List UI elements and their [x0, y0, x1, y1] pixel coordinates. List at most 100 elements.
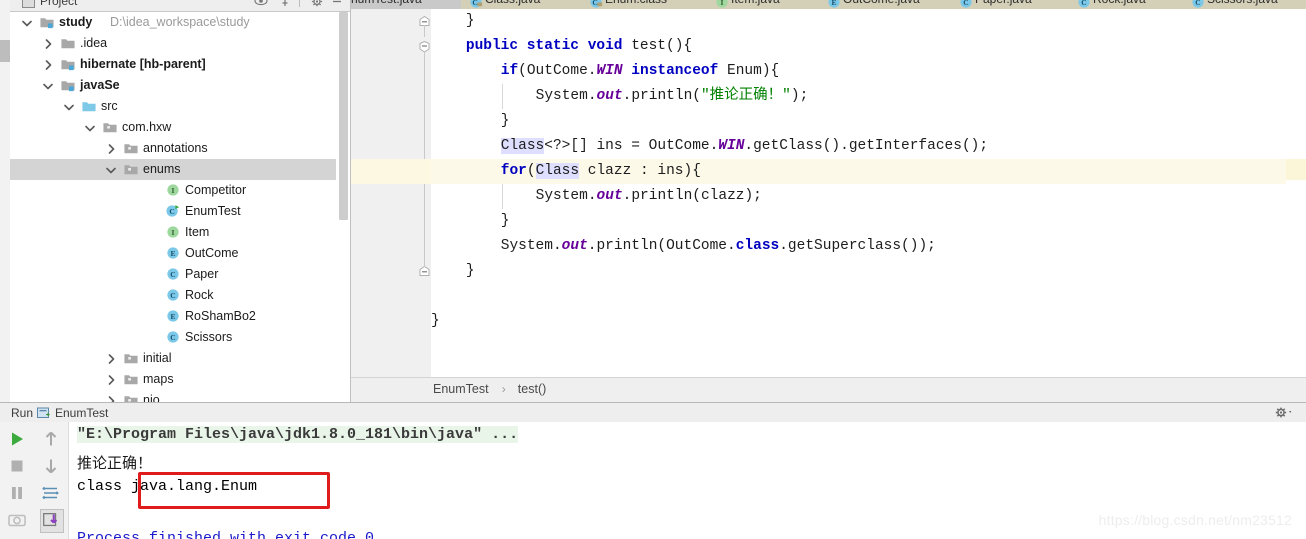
tree-item-com-hxw[interactable]: com.hxw — [10, 117, 336, 138]
tree-item-annotations[interactable]: annotations — [10, 138, 336, 159]
editor-tab-item-java[interactable]: I Item.java × — [707, 0, 820, 9]
tree-item-enums[interactable]: enums — [10, 159, 336, 180]
code-line[interactable]: } — [501, 109, 510, 134]
pin-icon[interactable] — [278, 0, 292, 8]
run-icon[interactable] — [6, 428, 28, 450]
minimize-icon[interactable] — [330, 0, 344, 8]
chevron-right-icon[interactable] — [106, 390, 117, 402]
tree-item-maps[interactable]: maps — [10, 369, 336, 390]
tree-item-item[interactable]: I Item — [10, 222, 336, 243]
tree-item-src[interactable]: src — [10, 96, 336, 117]
tree-item-scissors[interactable]: C Scissors — [10, 327, 336, 348]
run-toolbar-left[interactable] — [0, 422, 35, 539]
tree-item-paper[interactable]: C Paper — [10, 264, 336, 285]
settings-gear-icon[interactable] — [1274, 406, 1294, 419]
code-line[interactable]: for(Class clazz : ins){ — [501, 159, 701, 184]
code-line[interactable]: System.out.println("推论正确！"); — [536, 84, 809, 109]
close-icon[interactable]: × — [691, 0, 697, 4]
project-tree[interactable]: study D:\idea_workspace\study .idea hiberna… — [10, 12, 336, 402]
code-line[interactable]: Class<?>[] ins = OutCome.WIN.getClass().… — [500, 134, 988, 159]
chevron-right-icon[interactable] — [106, 348, 117, 369]
code-line[interactable]: System.out.println(clazz); — [536, 184, 762, 209]
chevron-down-icon[interactable] — [43, 75, 54, 96]
project-tree-scrollbar[interactable] — [337, 12, 350, 402]
eye-icon[interactable] — [254, 0, 268, 8]
tree-item-initial[interactable]: initial — [10, 348, 336, 369]
code-line[interactable]: } — [501, 209, 510, 234]
package-icon — [123, 351, 139, 366]
breadcrumb-item[interactable]: EnumTest — [433, 382, 489, 396]
tree-item-study[interactable]: study D:\idea_workspace\study — [10, 12, 336, 33]
scrollbar-thumb[interactable] — [339, 12, 348, 220]
stop-icon[interactable] — [6, 455, 28, 477]
editor-fold-gutter[interactable] — [405, 9, 432, 378]
fold-collapse-icon[interactable] — [419, 40, 430, 53]
close-icon[interactable]: × — [1167, 0, 1173, 4]
tree-item-roshambo2[interactable]: E RoShamBo2 — [10, 306, 336, 327]
editor-tab-rock-java[interactable]: C Rock.java × — [1069, 0, 1184, 9]
chevron-down-icon[interactable] — [85, 117, 96, 138]
editor-tab-outcome-java[interactable]: E OutCome.java × — [819, 0, 952, 9]
code-text-area[interactable]: } public static void test(){if(OutCome.WI… — [431, 9, 1286, 378]
code-line[interactable]: } — [466, 259, 475, 284]
breadcrumb-item[interactable]: test() — [518, 382, 546, 396]
tree-item-javase[interactable]: javaSe — [10, 75, 336, 96]
editor-tab-bar[interactable]: CEnumTest.java×CClass.java×CEnum.class× I… — [351, 0, 1306, 9]
code-line[interactable]: } — [431, 309, 440, 334]
tree-item-label: OutCome — [185, 246, 239, 260]
editor-tab-class-java[interactable]: C Class.java × — [461, 0, 582, 9]
scroll-up-icon[interactable] — [40, 428, 62, 450]
chevron-right-icon[interactable] — [43, 54, 54, 75]
tree-item-enumtest[interactable]: C EnumTest — [10, 201, 336, 222]
tree-item-label: maps — [143, 372, 174, 386]
editor-tab-scissors-java[interactable]: C Scissors.java × — [1183, 0, 1306, 9]
editor-tab-paper-java[interactable]: C Paper.java × — [951, 0, 1070, 9]
class-runnable-icon: C — [165, 204, 181, 219]
breadcrumb[interactable]: EnumTest › test() — [351, 377, 1306, 402]
close-icon[interactable]: × — [1053, 0, 1059, 4]
code-line[interactable]: public static void test(){ — [466, 34, 692, 59]
code-line[interactable]: if(OutCome.WIN instanceof Enum){ — [501, 59, 779, 84]
tree-item-nio[interactable]: nio — [10, 390, 336, 402]
scroll-down-icon[interactable] — [40, 455, 62, 477]
editor-line-number-gutter — [351, 9, 405, 378]
project-panel-title: Project — [40, 0, 78, 8]
chevron-down-icon[interactable] — [64, 96, 75, 117]
editor-scrollbar[interactable] — [1286, 9, 1306, 378]
print-icon[interactable] — [40, 535, 62, 539]
tree-item-outcome[interactable]: E OutCome — [10, 243, 336, 264]
close-icon[interactable]: × — [565, 0, 571, 4]
chevron-right-icon[interactable] — [106, 369, 117, 390]
camera-icon[interactable] — [6, 509, 28, 531]
rerun-icon[interactable] — [6, 535, 28, 539]
tree-item-hibernate-hb-parent[interactable]: hibernate [hb-parent] — [10, 54, 336, 75]
scroll-to-end-icon[interactable] — [40, 509, 64, 533]
code-line[interactable]: } — [466, 9, 475, 34]
run-configuration-name[interactable]: EnumTest — [55, 406, 108, 420]
fold-collapse-icon[interactable] — [419, 265, 430, 277]
run-toolbar-right[interactable] — [34, 422, 69, 539]
package-icon — [123, 162, 139, 177]
red-highlight-box — [138, 472, 330, 509]
tree-item-competitor[interactable]: I Competitor — [10, 180, 336, 201]
close-icon[interactable]: × — [1297, 0, 1303, 4]
close-icon[interactable]: × — [445, 0, 451, 4]
enum-icon: E — [165, 246, 181, 261]
close-icon[interactable]: × — [803, 0, 809, 4]
editor-tab-label: Item.java — [731, 0, 780, 6]
chevron-right-icon[interactable] — [43, 33, 54, 54]
chevron-right-icon[interactable] — [106, 138, 117, 159]
code-line[interactable]: System.out.println(OutCome.class.getSupe… — [501, 234, 936, 259]
console-line: Process finished with exit code 0 — [77, 530, 375, 539]
tree-item-idea[interactable]: .idea — [10, 33, 336, 54]
close-icon[interactable]: × — [935, 0, 941, 4]
gear-icon[interactable] — [310, 0, 324, 8]
pause-icon[interactable] — [6, 482, 28, 504]
editor-tab-enumtest-java[interactable]: CEnumTest.java× — [351, 0, 462, 9]
chevron-down-icon[interactable] — [22, 12, 33, 33]
code-token: instanceof — [631, 63, 719, 79]
soft-wrap-icon[interactable] — [40, 482, 62, 504]
chevron-down-icon[interactable] — [106, 159, 117, 180]
editor-tab-enum-class[interactable]: C Enum.class × — [581, 0, 708, 9]
tree-item-rock[interactable]: C Rock — [10, 285, 336, 306]
